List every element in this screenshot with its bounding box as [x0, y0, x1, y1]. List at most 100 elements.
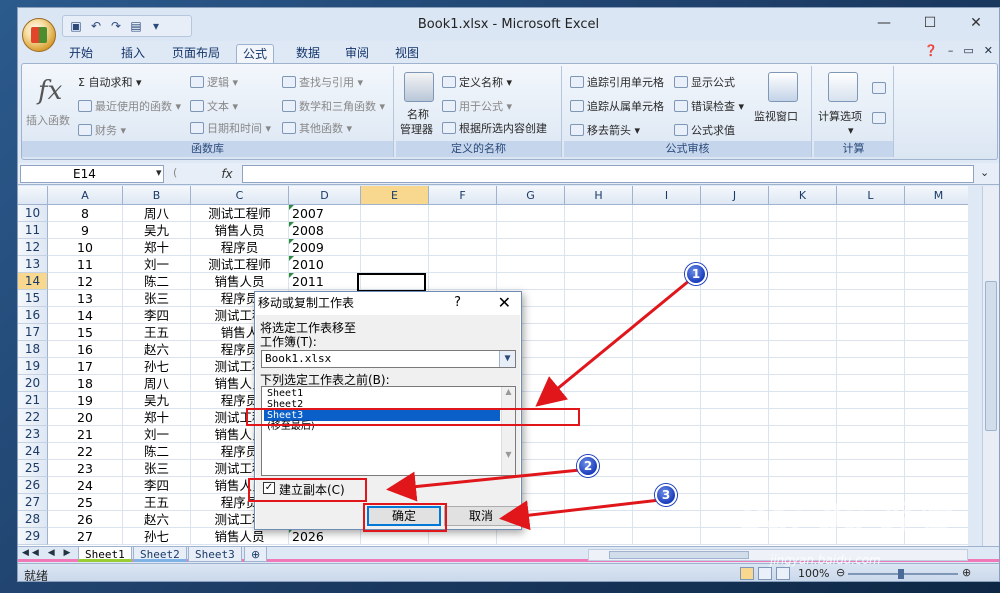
help-icon[interactable]: ❓ [924, 44, 938, 57]
cancel-button[interactable]: 取消 [444, 506, 518, 526]
empty-cell[interactable] [701, 443, 769, 460]
empty-cell[interactable] [633, 409, 701, 426]
watch-window-label[interactable]: 监视窗口 [754, 108, 798, 124]
cell-b[interactable]: 陈二 [123, 443, 191, 460]
select-all-corner[interactable] [18, 186, 48, 205]
empty-cell[interactable] [837, 307, 905, 324]
name-box[interactable]: E14 [20, 165, 164, 183]
empty-cell[interactable] [565, 511, 633, 528]
cell-d[interactable]: 2026 [289, 528, 361, 545]
text-button[interactable]: 文本 ▾ [190, 98, 238, 114]
empty-cell[interactable] [565, 222, 633, 239]
empty-cell[interactable] [905, 426, 968, 443]
cell-b[interactable]: 孙七 [123, 528, 191, 545]
empty-cell[interactable] [701, 307, 769, 324]
empty-cell[interactable] [633, 307, 701, 324]
empty-cell[interactable] [837, 460, 905, 477]
cell-d[interactable]: 2009 [289, 239, 361, 256]
empty-cell[interactable] [905, 222, 968, 239]
column-header-c[interactable]: C [191, 186, 289, 205]
empty-cell[interactable] [361, 256, 429, 273]
empty-cell[interactable] [769, 460, 837, 477]
office-button[interactable] [22, 18, 56, 52]
cell-b[interactable]: 赵六 [123, 341, 191, 358]
normal-view-icon[interactable] [740, 567, 754, 580]
tab-data[interactable]: 数据 [290, 44, 326, 63]
empty-cell[interactable] [769, 256, 837, 273]
empty-cell[interactable] [429, 256, 497, 273]
cell-a[interactable]: 9 [48, 222, 123, 239]
empty-cell[interactable] [769, 341, 837, 358]
column-header-l[interactable]: L [837, 186, 905, 205]
workbook-select[interactable]: Book1.xlsx ▼ [261, 350, 516, 368]
empty-cell[interactable] [905, 375, 968, 392]
define-name-button[interactable]: 定义名称 ▾ [442, 74, 512, 90]
insert-function-fx-button[interactable]: fx [214, 165, 240, 183]
empty-cell[interactable] [565, 256, 633, 273]
tab-home[interactable]: 开始 [63, 44, 99, 63]
cell-a[interactable]: 8 [48, 205, 123, 222]
empty-cell[interactable] [361, 205, 429, 222]
name-box-dropdown-icon[interactable]: ▾ [156, 166, 162, 179]
cell-b[interactable]: 刘一 [123, 256, 191, 273]
tab-review[interactable]: 审阅 [339, 44, 375, 63]
empty-cell[interactable] [633, 460, 701, 477]
empty-cell[interactable] [701, 239, 769, 256]
cell-d[interactable]: 2011 [289, 273, 361, 290]
empty-cell[interactable] [905, 341, 968, 358]
cell-b[interactable]: 孙七 [123, 358, 191, 375]
calc-now-icon[interactable] [872, 82, 889, 95]
empty-cell[interactable] [769, 426, 837, 443]
empty-cell[interactable] [769, 205, 837, 222]
empty-cell[interactable] [633, 443, 701, 460]
trace-precedents-button[interactable]: 追踪引用单元格 [570, 74, 664, 90]
empty-cell[interactable] [565, 494, 633, 511]
column-header-d[interactable]: D [289, 186, 361, 205]
empty-cell[interactable] [701, 358, 769, 375]
row-header[interactable]: 22 [18, 409, 48, 426]
empty-cell[interactable] [497, 239, 565, 256]
zoom-level[interactable]: 100% [798, 567, 829, 580]
empty-cell[interactable] [565, 375, 633, 392]
empty-cell[interactable] [565, 358, 633, 375]
empty-cell[interactable] [701, 426, 769, 443]
empty-cell[interactable] [837, 273, 905, 290]
empty-cell[interactable] [429, 222, 497, 239]
empty-cell[interactable] [769, 324, 837, 341]
cell-a[interactable]: 15 [48, 324, 123, 341]
empty-cell[interactable] [701, 460, 769, 477]
empty-cell[interactable] [837, 341, 905, 358]
cell-a[interactable]: 25 [48, 494, 123, 511]
row-header[interactable]: 23 [18, 426, 48, 443]
cell-a[interactable]: 19 [48, 392, 123, 409]
empty-cell[interactable] [565, 307, 633, 324]
empty-cell[interactable] [905, 324, 968, 341]
empty-cell[interactable] [633, 528, 701, 545]
empty-cell[interactable] [769, 358, 837, 375]
watch-window-icon[interactable] [768, 72, 798, 102]
cell-a[interactable]: 11 [48, 256, 123, 273]
cell-a[interactable]: 18 [48, 375, 123, 392]
column-header-j[interactable]: J [701, 186, 769, 205]
empty-cell[interactable] [565, 528, 633, 545]
sheet-tab-3[interactable]: Sheet3 [188, 547, 242, 562]
row-header[interactable]: 17 [18, 324, 48, 341]
cell-c[interactable]: 销售人员 [191, 528, 289, 545]
empty-cell[interactable] [497, 273, 565, 290]
column-header-h[interactable]: H [565, 186, 633, 205]
empty-cell[interactable] [565, 324, 633, 341]
close-button[interactable]: ✕ [953, 8, 999, 38]
active-cell-e14[interactable] [357, 273, 426, 292]
insert-sheet-icon[interactable]: ⊕ [244, 547, 268, 562]
empty-cell[interactable] [905, 358, 968, 375]
column-header-g[interactable]: G [497, 186, 565, 205]
cell-a[interactable]: 20 [48, 409, 123, 426]
cell-b[interactable]: 王五 [123, 324, 191, 341]
empty-cell[interactable] [769, 409, 837, 426]
empty-cell[interactable] [633, 375, 701, 392]
page-layout-view-icon[interactable] [758, 567, 772, 580]
cell-b[interactable]: 张三 [123, 290, 191, 307]
calc-options-icon[interactable] [828, 72, 858, 102]
empty-cell[interactable] [565, 205, 633, 222]
cell-d[interactable]: 2007 [289, 205, 361, 222]
